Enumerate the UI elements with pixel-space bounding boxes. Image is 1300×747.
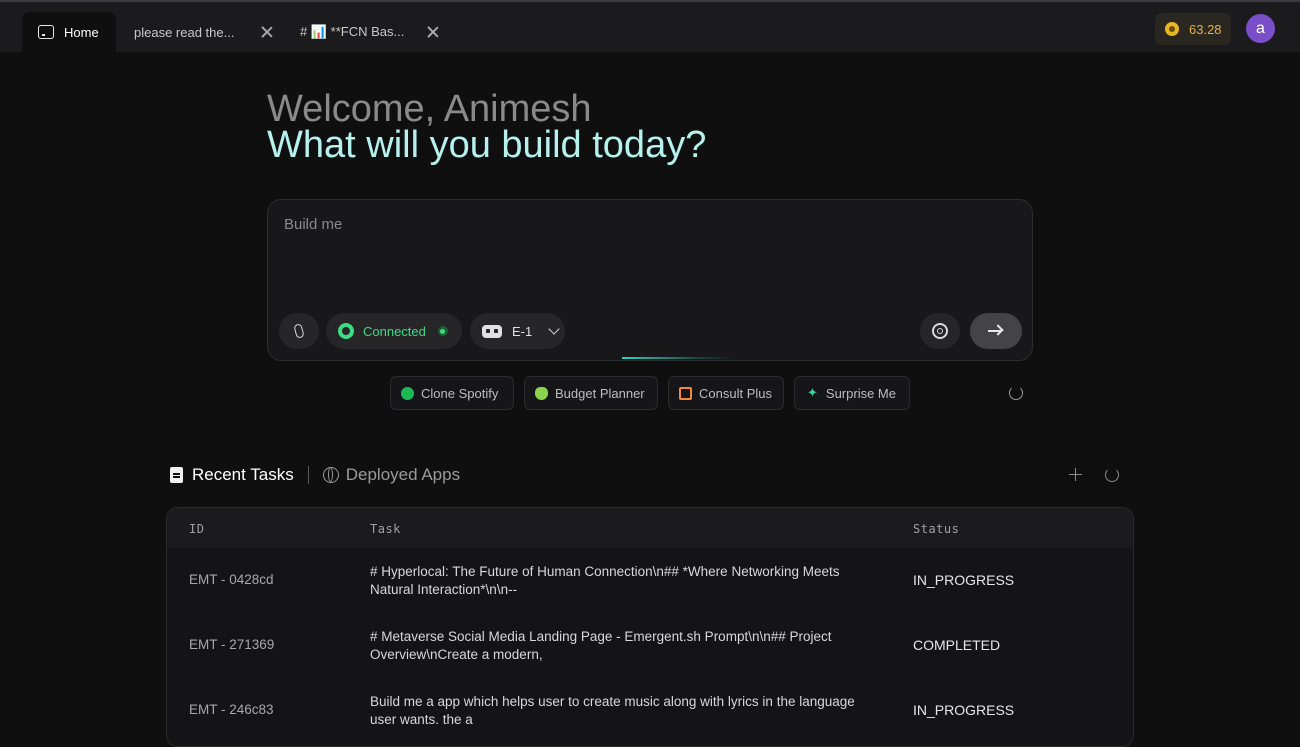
task-status: IN_PROGRESS xyxy=(913,572,1015,588)
github-icon xyxy=(338,323,354,339)
credits-badge[interactable]: 63.28 xyxy=(1155,13,1231,45)
task-id: EMT - 271369 xyxy=(189,637,275,652)
task-description: # Hyperlocal: The Future of Human Connec… xyxy=(370,564,840,597)
prompt-box: Connected E-1 xyxy=(267,199,1033,361)
task-description: Build me a app which helps user to creat… xyxy=(370,694,855,727)
gear-icon xyxy=(932,323,948,339)
task-status: COMPLETED xyxy=(913,637,1001,653)
refresh-icon[interactable] xyxy=(1105,468,1119,482)
avatar[interactable]: a xyxy=(1246,14,1275,43)
header-task: Task xyxy=(370,522,401,536)
paperclip-icon xyxy=(293,323,305,339)
clipboard-icon xyxy=(170,467,183,483)
suggestion-label: Clone Spotify xyxy=(421,385,499,401)
tab-task-1-label: please read the... xyxy=(134,24,235,40)
page-title: What will you build today? xyxy=(267,124,707,166)
header-status: Status xyxy=(913,522,960,536)
connected-label: Connected xyxy=(363,323,426,339)
settings-button[interactable] xyxy=(920,313,960,349)
suggestion-clone-spotify[interactable]: Clone Spotify xyxy=(390,376,514,410)
github-connected-button[interactable]: Connected xyxy=(326,313,462,349)
header-id: ID xyxy=(189,522,205,536)
sparkle-icon: ✦ xyxy=(807,385,818,400)
prompt-input[interactable] xyxy=(282,214,1016,308)
tab-recent-tasks[interactable]: Recent Tasks xyxy=(192,465,294,485)
tab-task-1[interactable]: please read the... xyxy=(134,12,274,52)
task-id: EMT - 0428cd xyxy=(189,572,274,587)
model-label: E-1 xyxy=(512,323,533,339)
prompt-glow-line xyxy=(622,357,732,359)
chevron-down-icon xyxy=(548,323,560,335)
task-description: # Metaverse Social Media Landing Page - … xyxy=(370,629,832,662)
arrow-right-icon xyxy=(988,324,1004,338)
tab-bar: Home please read the... # 📊 **FCN Bas...… xyxy=(0,2,1300,52)
robot-icon xyxy=(482,324,502,338)
status-dot-icon xyxy=(437,326,448,336)
send-button[interactable] xyxy=(970,313,1022,349)
table-row[interactable]: EMT - 246c83 Build me a app which helps … xyxy=(167,678,1133,743)
refresh-suggestions-icon[interactable] xyxy=(1009,386,1023,400)
table-header: ID Task Status xyxy=(167,508,1133,548)
calendar-icon xyxy=(679,386,692,400)
globe-icon xyxy=(322,467,339,483)
coin-icon xyxy=(1165,22,1179,36)
task-id: EMT - 246c83 xyxy=(189,702,274,717)
plus-icon[interactable] xyxy=(1069,468,1082,481)
suggestion-consult-plus[interactable]: Consult Plus xyxy=(668,376,784,410)
tab-home[interactable]: Home xyxy=(22,12,116,52)
suggestion-surprise-me[interactable]: ✦ Surprise Me xyxy=(794,376,910,410)
home-terminal-icon xyxy=(38,25,54,39)
suggestion-label: Budget Planner xyxy=(555,385,645,401)
credits-value: 63.28 xyxy=(1189,21,1222,37)
section-tabs: Recent Tasks Deployed Apps xyxy=(170,462,460,488)
attach-button[interactable] xyxy=(279,313,319,349)
table-row[interactable]: EMT - 0428cd # Hyperlocal: The Future of… xyxy=(167,548,1133,613)
close-icon[interactable] xyxy=(260,25,274,39)
tasks-table: ID Task Status EMT - 0428cd # Hyperlocal… xyxy=(166,507,1134,747)
suggestion-label: Surprise Me xyxy=(825,385,896,401)
model-select[interactable]: E-1 xyxy=(470,313,565,349)
suggestion-budget-planner[interactable]: Budget Planner xyxy=(524,376,658,410)
close-icon[interactable] xyxy=(426,25,440,39)
tab-deployed-apps[interactable]: Deployed Apps xyxy=(346,465,460,485)
tab-home-label: Home xyxy=(64,24,99,40)
divider xyxy=(307,466,309,484)
suggestion-label: Consult Plus xyxy=(699,385,772,401)
piggy-bank-icon xyxy=(535,386,548,400)
tab-task-2[interactable]: # 📊 **FCN Bas... xyxy=(300,12,440,52)
task-status: IN_PROGRESS xyxy=(913,702,1015,718)
table-row[interactable]: EMT - 271369 # Metaverse Social Media La… xyxy=(167,613,1133,678)
spotify-icon xyxy=(401,386,414,400)
tab-task-2-label: # 📊 **FCN Bas... xyxy=(300,24,405,39)
